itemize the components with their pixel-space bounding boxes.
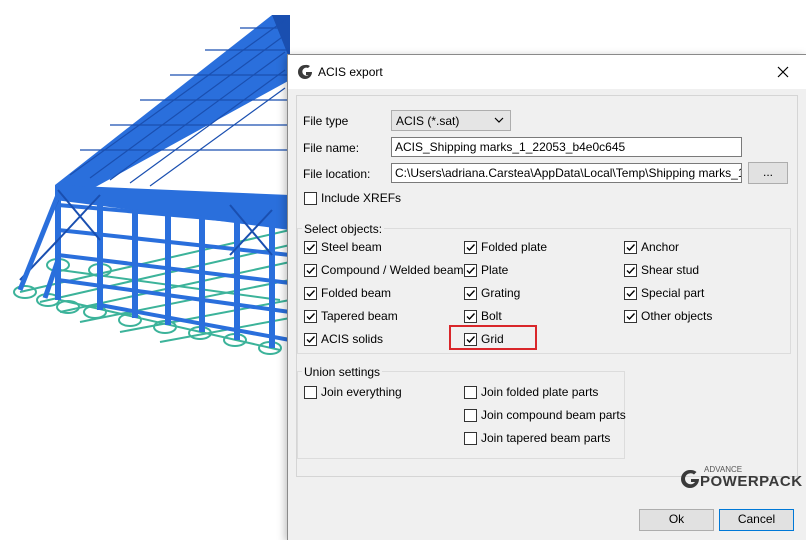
checkbox-grating[interactable]: Grating [464, 285, 520, 301]
checkbox-box [624, 286, 637, 300]
checkmark-icon [626, 266, 636, 274]
checkbox-bolt[interactable]: Bolt [464, 308, 502, 324]
checkbox-box [304, 286, 317, 300]
checkbox-join-tapered-beam-parts[interactable]: Join tapered beam parts [464, 430, 610, 446]
advance-logo-icon [298, 64, 312, 79]
checkbox-label: Join everything [321, 385, 402, 399]
checkbox-label: ACIS solids [321, 332, 384, 346]
file-type-value: ACIS (*.sat) [396, 114, 460, 128]
close-button[interactable] [760, 55, 806, 89]
checkbox-label: Bolt [481, 309, 502, 323]
checkbox-box [464, 431, 477, 445]
checkbox-shear-stud[interactable]: Shear stud [624, 262, 699, 278]
checkbox-box [464, 286, 477, 300]
checkbox-acis-solids[interactable]: ACIS solids [304, 331, 383, 347]
close-icon [777, 66, 789, 78]
checkbox-box [464, 385, 477, 399]
checkmark-icon [306, 266, 316, 274]
include-xrefs-label: Include XREFs [321, 191, 402, 205]
title-bar[interactable]: ACIS export [288, 55, 806, 89]
checkbox-folded-plate[interactable]: Folded plate [464, 239, 547, 255]
checkbox-label: Shear stud [641, 263, 700, 277]
browse-button[interactable]: ... [748, 162, 788, 184]
checkbox-label: Special part [641, 286, 705, 300]
file-type-dropdown[interactable]: ACIS (*.sat) [391, 110, 511, 131]
grid-highlight-box [449, 325, 537, 350]
file-name-input[interactable]: ACIS_Shipping marks_1_22053_b4e0c645 [391, 137, 742, 157]
checkbox-box [624, 240, 637, 254]
checkbox-label: Tapered beam [321, 309, 398, 323]
checkmark-icon [466, 289, 476, 297]
checkbox-tapered-beam[interactable]: Tapered beam [304, 308, 398, 324]
brand-large-text: POWERPACK [700, 473, 803, 490]
checkbox-box [464, 263, 477, 277]
checkbox-label: Folded beam [321, 286, 392, 300]
checkbox-label: Join tapered beam parts [481, 431, 611, 445]
checkbox-plate[interactable]: Plate [464, 262, 508, 278]
file-type-label: File type [303, 114, 349, 128]
checkbox-label: Other objects [641, 309, 713, 323]
checkbox-anchor[interactable]: Anchor [624, 239, 679, 255]
acis-export-dialog: ACIS export File type ACIS (*.sat) File … [287, 54, 806, 540]
include-xrefs-checkbox[interactable]: Include XREFs [304, 190, 401, 206]
checkmark-icon [466, 243, 476, 251]
checkbox-box [464, 240, 477, 254]
powerpack-logo-icon [681, 469, 699, 488]
checkmark-icon [306, 335, 316, 343]
checkmark-icon [306, 312, 316, 320]
ok-button[interactable]: Ok [639, 509, 714, 531]
checkbox-label: Folded plate [481, 240, 548, 254]
cancel-button[interactable]: Cancel [719, 509, 794, 531]
checkbox-join-folded-plate-parts[interactable]: Join folded plate parts [464, 384, 598, 400]
dialog-title: ACIS export [318, 65, 383, 79]
checkbox-steel-beam[interactable]: Steel beam [304, 239, 382, 255]
checkbox-join-everything[interactable]: Join everything [304, 384, 402, 400]
chevron-down-icon [494, 117, 504, 123]
checkbox-box [464, 408, 477, 422]
checkbox-label: Join compound beam parts [481, 408, 626, 422]
checkbox-label: Steel beam [321, 240, 382, 254]
checkmark-icon [626, 312, 636, 320]
select-objects-title: Select objects: [302, 222, 385, 236]
checkmark-icon [306, 243, 316, 251]
checkbox-box [304, 191, 317, 205]
checkmark-icon [626, 243, 636, 251]
checkbox-box [304, 385, 317, 399]
checkbox-label: Plate [481, 263, 509, 277]
steel-structure [17, 15, 291, 348]
checkbox-label: Grating [481, 286, 521, 300]
checkbox-join-compound-beam-parts[interactable]: Join compound beam parts [464, 407, 626, 423]
checkbox-label: Compound / Welded beam [321, 263, 464, 277]
checkbox-box [464, 309, 477, 323]
checkbox-label: Anchor [641, 240, 680, 254]
checkbox-box [304, 332, 317, 346]
checkmark-icon [626, 289, 636, 297]
union-settings-title: Union settings [302, 365, 383, 379]
checkmark-icon [466, 266, 476, 274]
file-location-label: File location: [303, 167, 371, 181]
file-name-label: File name: [303, 141, 360, 155]
checkbox-box [304, 263, 317, 277]
checkbox-label: Join folded plate parts [481, 385, 599, 399]
checkbox-box [304, 240, 317, 254]
file-location-input[interactable]: C:\Users\adriana.Carstea\AppData\Local\T… [391, 163, 742, 183]
checkbox-compound-welded-beam[interactable]: Compound / Welded beam [304, 262, 464, 278]
checkbox-box [304, 309, 317, 323]
checkbox-box [624, 263, 637, 277]
checkbox-folded-beam[interactable]: Folded beam [304, 285, 391, 301]
powerpack-logo: ADVANCE POWERPACK [678, 465, 803, 490]
checkbox-other-objects[interactable]: Other objects [624, 308, 712, 324]
checkmark-icon [306, 289, 316, 297]
checkbox-box [624, 309, 637, 323]
checkbox-special-part[interactable]: Special part [624, 285, 704, 301]
checkmark-icon [466, 312, 476, 320]
